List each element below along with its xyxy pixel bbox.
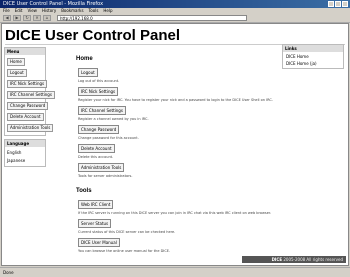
home-section-title: Home: [76, 56, 93, 62]
logout-button[interactable]: Logout: [78, 68, 98, 77]
links-heading: Links: [283, 45, 343, 52]
logout-desc: Log out of this account.: [78, 79, 120, 83]
server-status-button[interactable]: Server Status: [78, 219, 112, 228]
menu-tools[interactable]: Tools: [89, 8, 99, 14]
menu-history[interactable]: History: [42, 8, 56, 14]
sidebar-item-irc-channel[interactable]: IRC Channel Settings: [7, 91, 55, 99]
delete-account-desc: Delete this account.: [78, 155, 114, 159]
dice-user-manual-button[interactable]: DICE User Manual: [78, 238, 120, 247]
language-japanese-link[interactable]: Japanese: [7, 158, 43, 163]
tools-section-title: Tools: [76, 188, 92, 194]
links-box: Links DICE Home DICE Home (ja): [282, 44, 344, 69]
menu-edit[interactable]: Edit: [15, 8, 23, 14]
sidebar-item-change-password[interactable]: Change Password: [7, 102, 49, 110]
page-footer: DICE 2005-2008 All rights reserved: [242, 256, 346, 263]
link-dice-home[interactable]: DICE Home: [286, 54, 340, 59]
forward-icon[interactable]: ▶: [13, 15, 21, 21]
title-bar: DICE User Control Panel - Mozilla Firefo…: [0, 0, 350, 8]
maximize-icon[interactable]: [335, 1, 341, 7]
status-bar: Done: [0, 267, 350, 276]
menu-box: Menu Home Logout IRC Nick Settings IRC C…: [4, 47, 55, 136]
address-bar[interactable]: http://192.168.0: [57, 15, 247, 21]
footer-brand: DICE: [271, 257, 283, 262]
sidebar-item-admin-tools[interactable]: Administration Tools: [7, 124, 54, 132]
menu-heading: Menu: [5, 48, 45, 55]
back-icon[interactable]: ◀: [3, 15, 11, 21]
administration-tools-desc: Tools for server administrators.: [78, 174, 133, 178]
change-password-desc: Change password for this account.: [78, 136, 139, 140]
menu-view[interactable]: View: [27, 8, 37, 14]
page-content: DICE User Control Panel Menu Home Logout…: [1, 23, 349, 266]
language-heading: Language: [5, 140, 45, 147]
sidebar-item-irc-nick[interactable]: IRC Nick Settings: [7, 80, 48, 88]
sidebar-item-home[interactable]: Home: [7, 58, 25, 66]
sidebar-item-delete-account[interactable]: Delete Account: [7, 113, 44, 121]
change-password-button[interactable]: Change Password: [78, 125, 120, 134]
menu-bookmarks[interactable]: Bookmarks: [61, 8, 83, 14]
server-status-desc: Current status of this DICE server can b…: [78, 230, 176, 234]
language-english-link[interactable]: English: [7, 150, 43, 155]
nav-toolbar: ◀ ▶ ↻ ✕ ⌂ http://192.168.0: [0, 14, 350, 23]
irc-nick-desc: Register your nick for IRC. You have to …: [78, 98, 273, 102]
web-irc-client-desc: If the IRC server is running on this DIC…: [78, 211, 272, 215]
footer-text: 2005-2008 All rights reserved: [283, 257, 343, 262]
close-icon[interactable]: [342, 1, 348, 7]
sidebar-item-logout[interactable]: Logout: [7, 69, 27, 77]
left-sidebar: Menu Home Logout IRC Nick Settings IRC C…: [4, 47, 55, 170]
main-section: Home Logout Log out of this account. IRC…: [76, 54, 281, 256]
web-irc-client-button[interactable]: Web IRC Client: [78, 200, 114, 209]
delete-account-button[interactable]: Delete Account: [78, 144, 115, 153]
right-sidebar: Links DICE Home DICE Home (ja): [282, 44, 344, 69]
reload-icon[interactable]: ↻: [23, 15, 31, 21]
irc-channel-desc: Register a channel owned by you in IRC.: [78, 117, 149, 121]
language-box: Language English Japanese: [4, 139, 46, 167]
menu-help[interactable]: Help: [103, 8, 112, 14]
dice-user-manual-desc: You can browse the online user manual fo…: [78, 249, 171, 253]
link-dice-home-ja[interactable]: DICE Home (ja): [286, 61, 340, 66]
administration-tools-button[interactable]: Administration Tools: [78, 163, 125, 172]
window-title: DICE User Control Panel - Mozilla Firefo…: [3, 1, 104, 7]
menu-file[interactable]: File: [3, 8, 10, 14]
page-title: DICE User Control Panel: [5, 27, 181, 44]
stop-icon[interactable]: ✕: [33, 15, 41, 21]
home-icon[interactable]: ⌂: [43, 15, 51, 21]
irc-channel-settings-button[interactable]: IRC Channel Settings: [78, 106, 126, 115]
irc-nick-settings-button[interactable]: IRC Nick Settings: [78, 87, 119, 96]
browser-window: DICE User Control Panel - Mozilla Firefo…: [0, 0, 350, 276]
minimize-icon[interactable]: [328, 1, 334, 7]
